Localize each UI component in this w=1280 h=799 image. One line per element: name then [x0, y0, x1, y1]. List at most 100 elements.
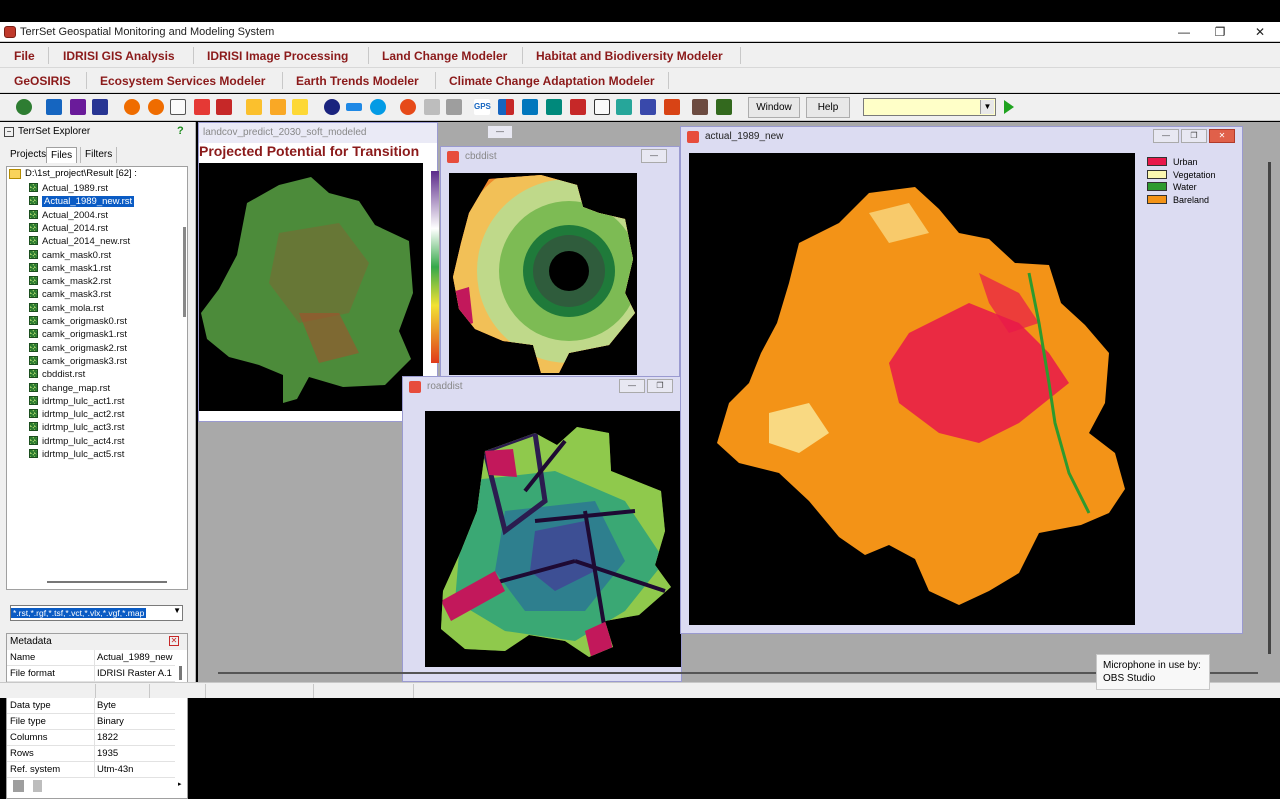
restore-icon[interactable]: ❐ [1181, 129, 1207, 143]
minimize-icon[interactable]: — [641, 149, 667, 163]
chevron-right-icon[interactable]: ▸ [178, 780, 182, 788]
measure-icon[interactable] [346, 103, 362, 111]
list-item[interactable]: idrtmp_lulc_act3.rst [29, 421, 124, 434]
list-item[interactable]: camk_origmask1.rst [29, 328, 127, 341]
zoom-window-icon[interactable] [170, 99, 186, 115]
composer-icon[interactable] [46, 99, 62, 115]
scrollbar[interactable] [179, 666, 182, 680]
window-cbddist[interactable]: cbddist — [440, 146, 680, 386]
layer-icon[interactable] [292, 99, 308, 115]
list-item[interactable]: camk_origmask3.rst [29, 355, 127, 368]
menu-earth-trends[interactable]: Earth Trends Modeler [296, 74, 419, 88]
list-item[interactable]: camk_mask1.rst [29, 262, 111, 275]
save-digitized-icon[interactable] [446, 99, 462, 115]
model-icon[interactable] [692, 99, 708, 115]
menu-idrisi-image[interactable]: IDRISI Image Processing [207, 49, 348, 63]
legend-item: Urban [1147, 157, 1198, 169]
cbddist-map[interactable] [449, 173, 637, 375]
list-icon[interactable] [640, 99, 656, 115]
full-extent-icon[interactable] [216, 99, 232, 115]
help-icon[interactable]: ? [177, 125, 184, 137]
display-launcher-icon[interactable] [16, 99, 32, 115]
pan-icon[interactable] [194, 99, 210, 115]
media-viewer-icon[interactable] [92, 99, 108, 115]
list-item[interactable]: camk_origmask2.rst [29, 342, 127, 355]
chevron-down-icon[interactable]: ▼ [173, 606, 181, 615]
scrollbar[interactable] [183, 227, 186, 317]
list-item[interactable]: camk_origmask0.rst [29, 315, 127, 328]
menu-file[interactable]: File [14, 49, 35, 63]
list-item[interactable]: change_map.rst [29, 382, 110, 395]
globe-icon[interactable] [370, 99, 386, 115]
run-icon[interactable] [1004, 100, 1014, 114]
zoom-in-icon[interactable] [124, 99, 140, 115]
restore-icon[interactable]: ❐ [647, 379, 673, 393]
list-item[interactable]: idrtmp_lulc_act4.rst [29, 435, 124, 448]
menu-ecosystem[interactable]: Ecosystem Services Modeler [100, 74, 265, 88]
menu-land-change[interactable]: Land Change Modeler [382, 49, 507, 63]
list-item[interactable]: camk_mask0.rst [29, 249, 111, 262]
chevron-down-icon[interactable]: ▼ [980, 100, 994, 114]
list-item[interactable]: Actual_1989.rst [29, 182, 108, 195]
feature-props-icon[interactable] [246, 99, 262, 115]
list-item[interactable]: camk_mask3.rst [29, 288, 111, 301]
list-item[interactable]: Actual_2004.rst [29, 209, 108, 222]
gps-icon[interactable]: GPS [474, 99, 491, 115]
delete-feature-icon[interactable] [424, 99, 440, 115]
list-item[interactable]: Actual_1989_new.rst [29, 195, 135, 208]
help-button[interactable]: Help [806, 97, 850, 118]
list-item[interactable]: idrtmp_lulc_act5.rst [29, 448, 124, 461]
list-item[interactable]: cbddist.rst [29, 368, 85, 381]
database-icon[interactable] [616, 99, 632, 115]
roaddist-map[interactable] [425, 411, 681, 667]
toolbar: GPS Window Help ▼ [0, 94, 1280, 121]
h-scrollbar[interactable] [47, 581, 167, 583]
document-icon[interactable] [33, 780, 42, 792]
save-icon[interactable] [13, 780, 24, 792]
minimize-icon[interactable]: — [487, 125, 513, 139]
list-item[interactable]: Actual_2014_new.rst [29, 235, 130, 248]
menu-habitat[interactable]: Habitat and Biodiversity Modeler [536, 49, 723, 63]
close-icon[interactable]: ✕ [169, 636, 179, 646]
toolbar-combo[interactable]: ▼ [863, 98, 996, 116]
landcover-map[interactable] [689, 153, 1135, 625]
close-icon[interactable]: ✕ [1209, 129, 1235, 143]
tab-filters[interactable]: Filters [80, 147, 118, 163]
close-button[interactable]: ✕ [1246, 24, 1274, 40]
file-filter-select[interactable]: *.rst,*.rgf,*.tsf,*.vct,*.vlx,*.vgf,*.ma… [10, 605, 183, 621]
info-icon[interactable] [324, 99, 340, 115]
macro-icon[interactable] [664, 99, 680, 115]
menu-idrisi-gis[interactable]: IDRISI GIS Analysis [63, 49, 175, 63]
collapse-icon[interactable]: − [4, 127, 14, 137]
map-canvas[interactable] [199, 163, 423, 411]
symbol-workshop-icon[interactable] [70, 99, 86, 115]
surface-icon[interactable] [522, 99, 538, 115]
histogram-icon[interactable] [498, 99, 514, 115]
session-icon[interactable] [716, 99, 732, 115]
folder-path[interactable]: D:\1st_project\Result [62] : [25, 168, 137, 179]
export-icon[interactable] [570, 99, 586, 115]
digitize-icon[interactable] [400, 99, 416, 115]
window-button[interactable]: Window [748, 97, 800, 118]
window-actual-1989-new[interactable]: actual_1989_new — ❐ ✕ Urban Vegetation Wat… [680, 126, 1243, 634]
tab-projects[interactable]: Projects [6, 147, 50, 163]
list-item[interactable]: idrtmp_lulc_act2.rst [29, 408, 124, 421]
minimize-icon[interactable]: — [1153, 129, 1179, 143]
file-name: camk_mola.rst [42, 302, 104, 314]
import-icon[interactable] [546, 99, 562, 115]
menu-climate[interactable]: Climate Change Adaptation Modeler [449, 74, 655, 88]
menu-geosiris[interactable]: GeOSIRIS [14, 74, 71, 88]
group-link-icon[interactable] [270, 99, 286, 115]
minimize-button[interactable]: — [1170, 24, 1198, 40]
restore-button[interactable]: ❐ [1206, 24, 1234, 40]
list-item[interactable]: Actual_2014.rst [29, 222, 108, 235]
list-item[interactable]: idrtmp_lulc_act1.rst [29, 395, 124, 408]
window-roaddist[interactable]: roaddist — ❐ [402, 376, 682, 682]
list-item[interactable]: camk_mola.rst [29, 302, 104, 315]
minimize-icon[interactable]: — [619, 379, 645, 393]
list-item[interactable]: camk_mask2.rst [29, 275, 111, 288]
table-icon[interactable] [594, 99, 610, 115]
tab-files[interactable]: Files [46, 147, 78, 163]
zoom-out-icon[interactable] [148, 99, 164, 115]
scrollbar[interactable] [1268, 162, 1271, 654]
